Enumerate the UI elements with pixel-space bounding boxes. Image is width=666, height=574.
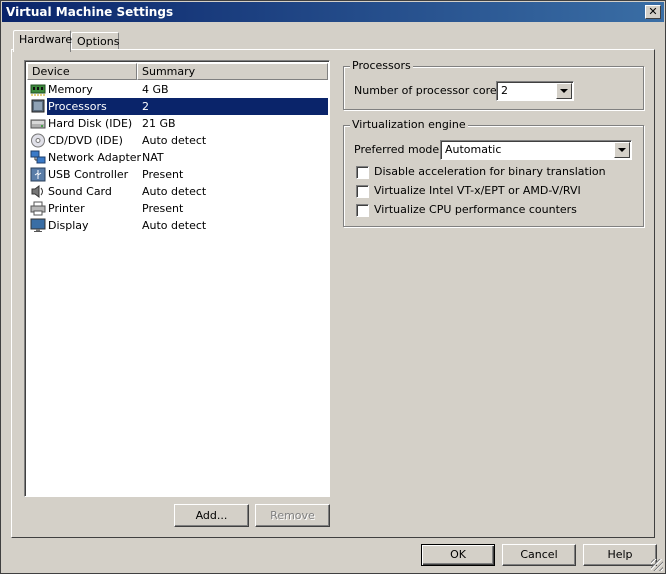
device-summary: 4 GB	[142, 83, 169, 96]
device-summary: 21 GB	[142, 117, 176, 130]
virtualize-vtx-checkbox[interactable]	[356, 185, 369, 198]
virtualize-vtx-option[interactable]: Virtualize Intel VT-x/EPT or AMD-V/RVI	[356, 184, 636, 199]
title-bar[interactable]: Virtual Machine Settings ✕	[2, 2, 664, 22]
device-summary: Present	[142, 168, 184, 181]
device-row-hard-disk[interactable]: Hard Disk (IDE) 21 GB	[27, 115, 328, 132]
device-name: Display	[48, 219, 89, 232]
close-button[interactable]: ✕	[645, 5, 661, 19]
preferred-mode-select[interactable]: Automatic	[440, 140, 632, 160]
preferred-mode-label: Preferred mode:	[354, 143, 443, 156]
device-row-cd-dvd[interactable]: CD/DVD (IDE) Auto detect	[27, 132, 328, 149]
device-summary: Present	[142, 202, 184, 215]
device-row-printer[interactable]: Printer Present	[27, 200, 328, 217]
close-icon: ✕	[648, 5, 658, 18]
device-row-memory[interactable]: Memory 4 GB	[27, 81, 328, 98]
disable-acceleration-label: Disable acceleration for binary translat…	[374, 165, 606, 178]
device-row-display[interactable]: Display Auto detect	[27, 217, 328, 234]
device-row-processors[interactable]: Processors 2	[27, 98, 328, 115]
memory-icon	[30, 84, 46, 96]
window-title: Virtual Machine Settings	[6, 5, 174, 19]
device-name: Memory	[48, 83, 93, 96]
cancel-button-label: Cancel	[520, 548, 558, 561]
device-summary: Auto detect	[142, 219, 207, 232]
network-adapter-icon	[30, 150, 46, 164]
processor-cores-select[interactable]: 2	[496, 81, 574, 101]
usb-icon	[30, 167, 46, 182]
device-summary: 2	[142, 100, 149, 113]
device-name: Processors	[47, 98, 108, 115]
cancel-button[interactable]: Cancel	[502, 544, 576, 566]
device-name: Sound Card	[48, 185, 112, 198]
device-summary: NAT	[142, 151, 164, 164]
processors-group-title: Processors	[350, 59, 413, 72]
remove-button-label: Remove	[270, 509, 315, 522]
device-name: Printer	[48, 202, 85, 215]
virtualization-engine-group: Virtualization engine Preferred mode: Au…	[343, 118, 644, 227]
disable-acceleration-option[interactable]: Disable acceleration for binary translat…	[356, 165, 636, 180]
virtualize-cpu-counters-label: Virtualize CPU performance counters	[374, 203, 577, 216]
printer-icon	[30, 201, 46, 216]
hard-disk-icon	[30, 119, 46, 129]
help-button-label: Help	[607, 548, 633, 561]
virtualize-cpu-counters-option[interactable]: Virtualize CPU performance counters	[356, 203, 636, 218]
help-button[interactable]: Help	[583, 544, 657, 566]
device-list[interactable]: Device Summary Memory 4 GB Processors 2 …	[24, 60, 330, 497]
cores-label: Number of processor cores:	[354, 84, 507, 97]
hardware-tab-panel: Device Summary Memory 4 GB Processors 2 …	[11, 49, 655, 538]
add-device-button[interactable]: Add...	[174, 504, 249, 527]
sound-card-icon	[31, 185, 43, 198]
ok-button-label: OK	[450, 548, 466, 561]
device-row-sound-card[interactable]: Sound Card Auto detect	[27, 183, 328, 200]
add-button-label: Add...	[195, 509, 228, 522]
device-row-network-adapter[interactable]: Network Adapter NAT	[27, 149, 328, 166]
chevron-down-icon[interactable]	[614, 142, 630, 158]
device-summary: Auto detect	[142, 134, 207, 147]
device-list-header: Device Summary	[27, 63, 328, 80]
device-name: Hard Disk (IDE)	[48, 117, 133, 130]
resize-grip[interactable]	[651, 559, 663, 571]
processor-icon	[31, 99, 45, 113]
preferred-mode-value: Automatic	[445, 143, 502, 156]
tab-hardware-label: Hardware	[19, 33, 73, 46]
virtualize-cpu-counters-checkbox[interactable]	[356, 204, 369, 217]
display-icon	[30, 218, 46, 232]
column-header-device[interactable]: Device	[27, 63, 137, 80]
device-summary: Auto detect	[142, 185, 207, 198]
device-row-usb-controller[interactable]: USB Controller Present	[27, 166, 328, 183]
virtualize-vtx-label: Virtualize Intel VT-x/EPT or AMD-V/RVI	[374, 184, 581, 197]
tab-options-label: Options	[77, 35, 120, 48]
device-name: USB Controller	[48, 168, 129, 181]
virtualization-group-title: Virtualization engine	[350, 118, 468, 131]
chevron-down-icon[interactable]	[556, 83, 572, 99]
disable-acceleration-checkbox[interactable]	[356, 166, 369, 179]
virtual-machine-settings-window: Virtual Machine Settings ✕ Hardware Opti…	[0, 0, 666, 574]
processors-group: Processors Number of processor cores: 2	[343, 59, 644, 110]
device-name: Network Adapter	[48, 151, 142, 164]
ok-button[interactable]: OK	[421, 544, 495, 566]
cd-dvd-icon	[31, 133, 45, 148]
processor-cores-value: 2	[501, 84, 508, 97]
remove-device-button[interactable]: Remove	[255, 504, 330, 527]
column-header-summary[interactable]: Summary	[137, 63, 328, 80]
tab-hardware[interactable]: Hardware	[13, 30, 73, 52]
device-name: CD/DVD (IDE)	[48, 134, 123, 147]
